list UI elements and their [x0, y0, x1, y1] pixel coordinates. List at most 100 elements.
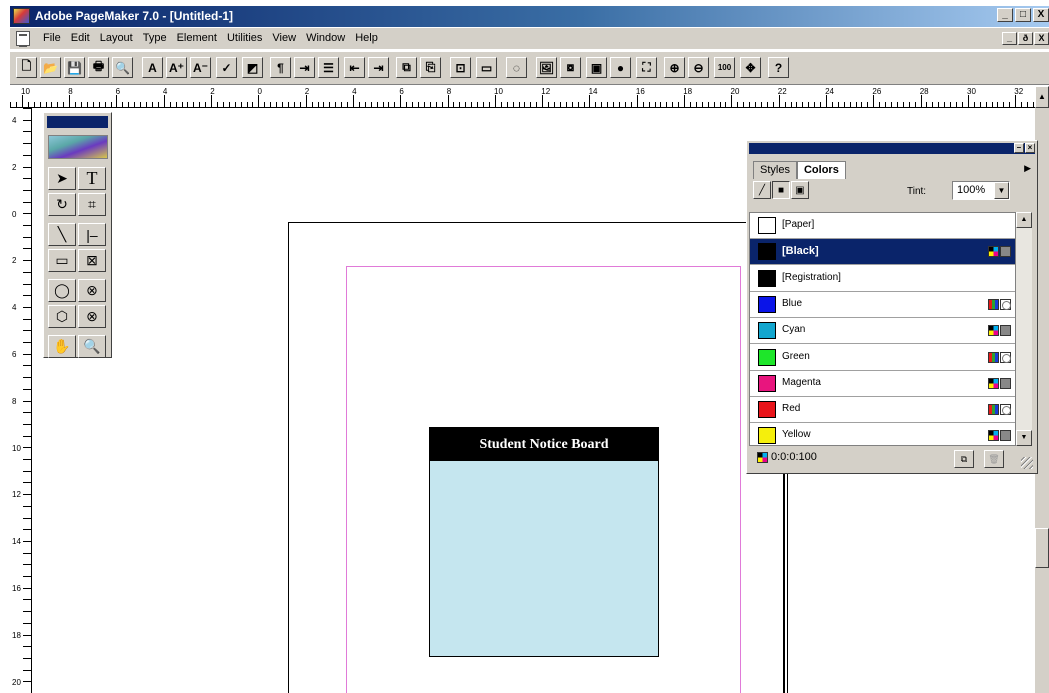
resize-grip-icon[interactable] [1021, 457, 1033, 469]
maximize-button[interactable]: □ [1015, 8, 1031, 22]
horizontal-ruler[interactable]: 10 8 6 4 2 0 2 4 6 8 10 12 14 16 18 20 22 24 26 28 30 32 [10, 86, 1035, 108]
swatch-row[interactable]: [Registration] [750, 266, 1015, 292]
swatch-row[interactable]: Red [750, 397, 1015, 424]
fill-icon[interactable]: ■ [772, 181, 790, 199]
hand-tool-icon[interactable]: ✋ [48, 335, 76, 358]
chevron-down-icon[interactable]: ▼ [994, 182, 1009, 199]
menu-view[interactable]: View [267, 32, 301, 44]
swatch-chip [758, 427, 776, 445]
ellipse-frame-tool-icon[interactable]: ⊗ [78, 279, 106, 302]
save-icon[interactable]: 💾 [64, 57, 85, 78]
text-tool-icon[interactable]: T [78, 167, 106, 190]
crop-tool-icon[interactable]: ⌗ [78, 193, 106, 216]
doc-close-button[interactable]: X [1034, 32, 1049, 45]
find-icon[interactable]: 🔍 [112, 57, 133, 78]
pointer-tool-icon[interactable]: ➤ [48, 167, 76, 190]
frame-icon[interactable]: ⊡ [450, 57, 471, 78]
increase-indent-icon[interactable]: ⇥ [368, 57, 389, 78]
indents-tabs-icon[interactable]: ⇥ [294, 57, 315, 78]
menu-utilities[interactable]: Utilities [222, 32, 267, 44]
menu-help[interactable]: Help [350, 32, 383, 44]
scroll-up-icon[interactable]: ▲ [1016, 212, 1032, 228]
swatch-row[interactable]: Green [750, 345, 1015, 371]
swatch-chip [758, 295, 776, 313]
photo-icon[interactable]: ▣ [586, 57, 607, 78]
constrained-line-tool-icon[interactable]: |– [78, 223, 106, 246]
vertical-ruler[interactable]: 4 2 0 2 4 6 8 10 12 14 16 18 20 [10, 108, 32, 693]
notice-board-title[interactable]: Student Notice Board [430, 428, 658, 461]
tint-dropdown[interactable]: 100% ▼ [952, 181, 1010, 200]
character-format-icon[interactable]: A [142, 57, 163, 78]
ruler-label: 2 [12, 162, 17, 172]
doc-restore-button[interactable]: ð [1018, 32, 1033, 45]
fill-stroke-icon[interactable]: ◩ [242, 57, 263, 78]
copy-icon[interactable]: ⧉ [396, 57, 417, 78]
fit-window-icon[interactable]: ✥ [740, 57, 761, 78]
decrease-font-icon[interactable]: A⁻ [190, 57, 211, 78]
open-icon[interactable]: 📂 [40, 57, 61, 78]
palette-menu-arrow-icon[interactable]: ▶ [1024, 163, 1031, 174]
toolbox-title-bar[interactable] [47, 116, 108, 128]
menu-window[interactable]: Window [301, 32, 350, 44]
decrease-indent-icon[interactable]: ⇤ [344, 57, 365, 78]
new-document-icon[interactable]: 🗋 [16, 57, 37, 78]
tab-colors[interactable]: Colors [796, 161, 846, 179]
rectangle-frame-tool-icon[interactable]: ⊠ [78, 249, 106, 272]
palette-title-bar[interactable] [749, 143, 1035, 154]
swatch-row[interactable]: [Black] [750, 239, 1015, 266]
menu-edit[interactable]: Edit [66, 32, 95, 44]
pdf-icon[interactable]: ⛶ [636, 57, 657, 78]
polygon-frame-tool-icon[interactable]: ⊗ [78, 305, 106, 328]
swatch-row[interactable]: [Paper] [750, 213, 1015, 239]
image-frame-icon[interactable]: ⧇ [560, 57, 581, 78]
print-icon[interactable]: 🖶 [88, 57, 109, 78]
export-icon[interactable]: ▭ [476, 57, 497, 78]
close-button[interactable]: X [1033, 8, 1049, 22]
scroll-down-icon[interactable]: ▼ [1016, 430, 1032, 446]
paste-icon[interactable]: ⎘ [420, 57, 441, 78]
ellipse-tool-icon[interactable]: ◯ [48, 279, 76, 302]
notice-board-frame[interactable]: Student Notice Board [429, 427, 659, 657]
delete-color-button[interactable]: 🗑 [984, 450, 1004, 468]
minimize-button[interactable]: _ [997, 8, 1013, 22]
pagemaker-app-icon[interactable] [13, 8, 30, 24]
place-image-icon[interactable]: 🖼 [536, 57, 557, 78]
menu-file[interactable]: File [38, 32, 66, 44]
menu-layout[interactable]: Layout [95, 32, 138, 44]
spell-check-icon[interactable]: ✓ [216, 57, 237, 78]
rotate-tool-icon[interactable]: ↻ [48, 193, 76, 216]
new-color-button[interactable]: ⧉ [954, 450, 974, 468]
menu-type[interactable]: Type [138, 32, 172, 44]
stroke-icon[interactable]: ╱ [753, 181, 771, 199]
menu-element[interactable]: Element [172, 32, 222, 44]
link-icon[interactable]: ◌ [506, 57, 527, 78]
polygon-tool-icon[interactable]: ⬡ [48, 305, 76, 328]
help-icon[interactable]: ? [768, 57, 789, 78]
line-tool-icon[interactable]: ╲ [48, 223, 76, 246]
increase-font-icon[interactable]: A⁺ [166, 57, 187, 78]
swatch-row[interactable]: Cyan [750, 318, 1015, 345]
paragraph-icon[interactable]: ¶ [270, 57, 291, 78]
actual-size-icon[interactable]: 100 [714, 57, 735, 78]
rectangle-tool-icon[interactable]: ▭ [48, 249, 76, 272]
title-bar: Adobe PageMaker 7.0 - [Untitled-1] _ □ X [10, 6, 1049, 27]
zoom-out-icon[interactable]: ⊖ [688, 57, 709, 78]
fill-and-stroke-icon[interactable]: ▣ [791, 181, 809, 199]
globe-icon[interactable]: ● [610, 57, 631, 78]
swatch-row[interactable]: Magenta [750, 371, 1015, 397]
document-control-icon[interactable] [16, 31, 30, 47]
zoom-in-icon[interactable]: ⊕ [664, 57, 685, 78]
scrollbar-thumb[interactable] [1035, 528, 1049, 568]
zoom-tool-icon[interactable]: 🔍 [78, 335, 106, 358]
tab-styles[interactable]: Styles [753, 161, 797, 179]
swatch-row[interactable]: Yellow [750, 423, 1015, 445]
bullets-icon[interactable]: ☰ [318, 57, 339, 78]
swatch-row[interactable]: Blue [750, 292, 1015, 318]
swatch-list-scrollbar[interactable]: ▲ ▼ [1016, 212, 1032, 446]
scroll-up-button[interactable]: ▲ [1035, 86, 1049, 108]
palette-minimize-button[interactable]: – [1014, 143, 1024, 153]
doc-minimize-button[interactable]: _ [1002, 32, 1017, 45]
palette-close-button[interactable]: × [1025, 143, 1035, 153]
spot-icon [1000, 404, 1011, 416]
swatch-name: Yellow [782, 429, 811, 441]
